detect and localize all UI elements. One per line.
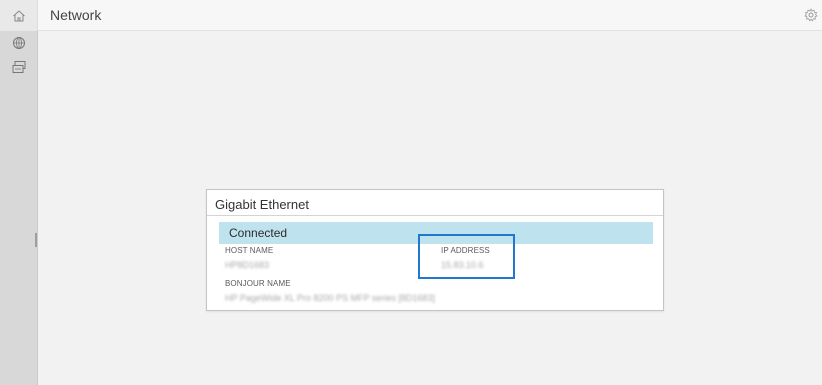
host-name-value: HP8D1683 (225, 260, 270, 270)
sidebar-resize-handle[interactable] (35, 233, 37, 247)
page-title: Network (50, 7, 102, 23)
panel-title: Gigabit Ethernet (215, 197, 309, 212)
bonjour-name-label: BONJOUR NAME (225, 279, 291, 288)
bonjour-name-value: HP PageWide XL Pro 8200 PS MFP series [8… (225, 293, 435, 303)
settings-button[interactable] (803, 7, 819, 23)
connection-status: Connected (229, 226, 288, 240)
ip-address-highlight (418, 234, 515, 279)
host-name-label: HOST NAME (225, 246, 274, 255)
ethernet-icon (12, 60, 26, 74)
network-icon (12, 36, 26, 50)
sidebar-item-ethernet[interactable] (0, 57, 38, 77)
sidebar (0, 31, 38, 385)
home-icon (12, 9, 26, 23)
gigabit-ethernet-panel: Gigabit Ethernet Connected HOST NAME HP8… (206, 189, 664, 311)
sidebar-item-network[interactable] (0, 33, 38, 53)
header-bar: Network (0, 0, 822, 31)
home-button[interactable] (0, 0, 38, 31)
panel-divider (207, 215, 663, 216)
gear-icon (804, 8, 818, 22)
